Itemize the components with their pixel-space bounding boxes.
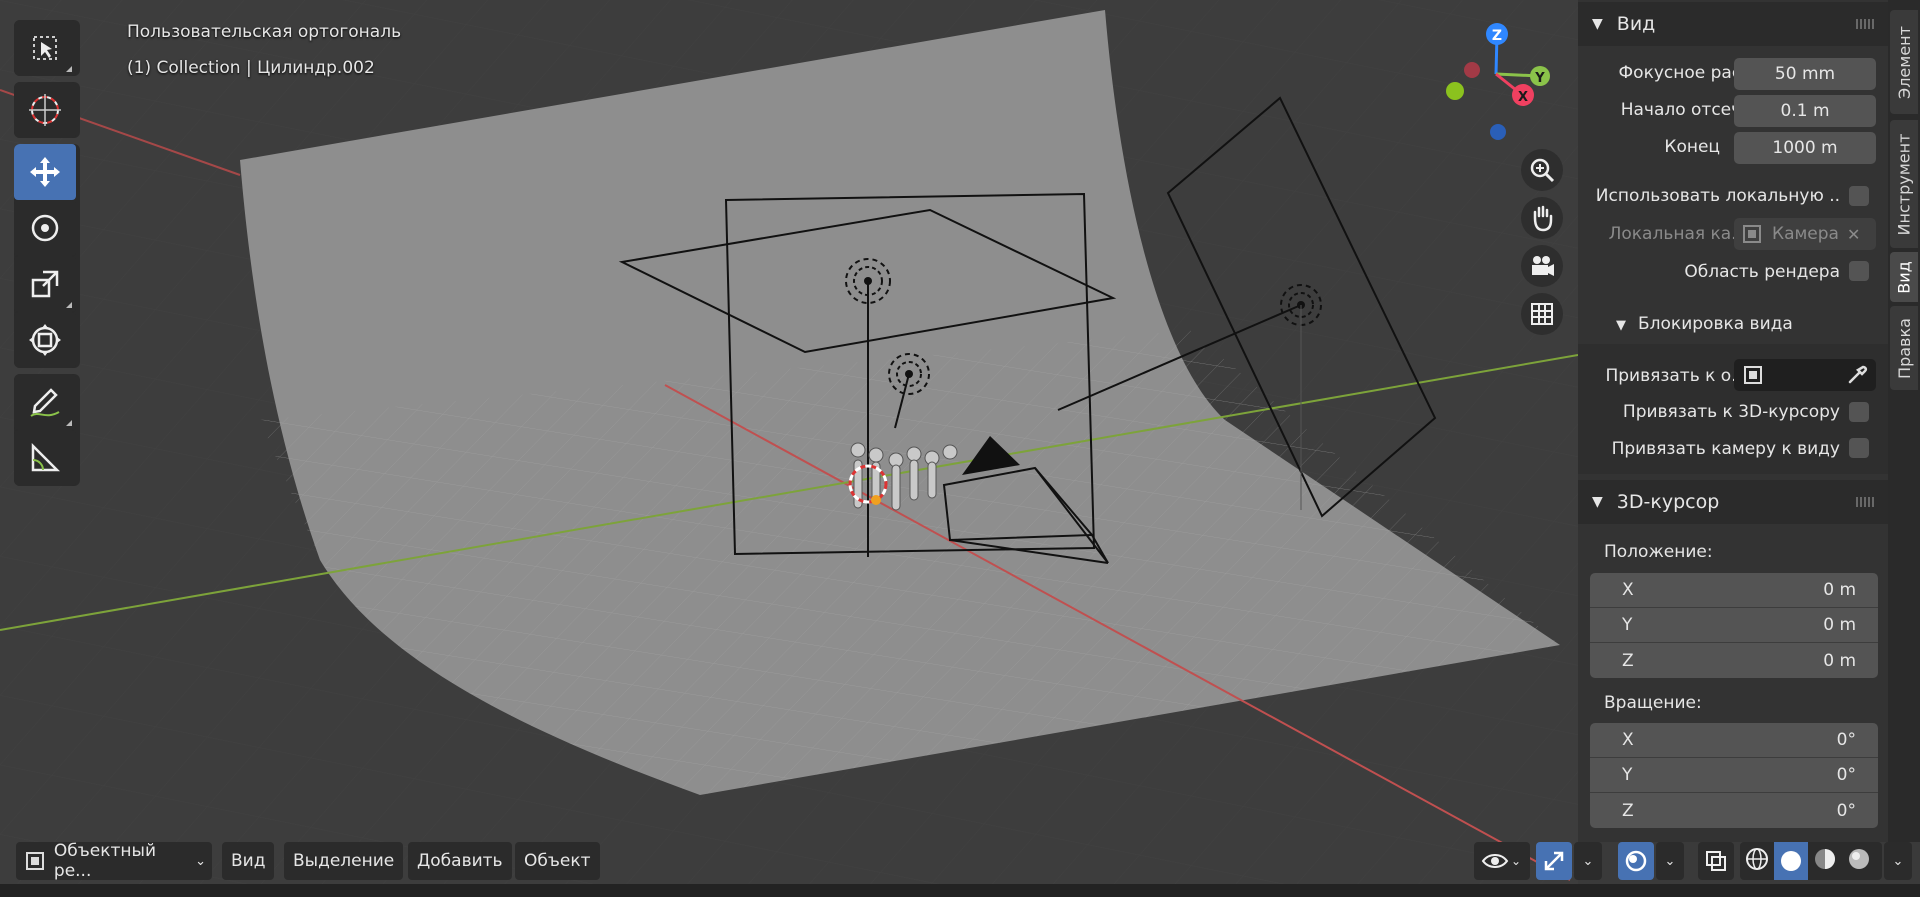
gizmo-y-label: Y: [1534, 71, 1545, 86]
camera-data-icon: [1743, 225, 1761, 243]
rotation-x-field[interactable]: X 0°: [1590, 723, 1878, 758]
lock-to-cursor-checkbox[interactable]: [1849, 402, 1869, 422]
left-toolbar: [14, 20, 80, 492]
overlays-dropdown-icon[interactable]: ⌄: [1656, 842, 1684, 880]
location-x-field[interactable]: X0 m: [1590, 573, 1878, 608]
solid-shading-icon[interactable]: [1774, 842, 1808, 880]
lock-camera-checkbox[interactable]: [1849, 438, 1869, 458]
use-local-camera-label: Использовать локальную ..: [1595, 186, 1840, 206]
gizmo-dropdown-icon[interactable]: ⌄: [1574, 842, 1602, 880]
zoom-icon[interactable]: [1521, 149, 1563, 191]
menu-object[interactable]: Объект: [515, 842, 600, 880]
cursor-section-title: 3D-курсор: [1616, 491, 1720, 513]
local-camera-value: Камера: [1772, 224, 1839, 244]
menu-add[interactable]: Добавить: [408, 842, 512, 880]
clip-end-field[interactable]: 1000 m: [1734, 132, 1876, 164]
rotation-y-field[interactable]: Y 0°: [1590, 758, 1878, 793]
focal-length-field[interactable]: 50 mm: [1734, 58, 1876, 90]
drag-grip-icon[interactable]: [1856, 19, 1874, 29]
scale-icon[interactable]: [14, 256, 76, 312]
gizmo-toggle-icon[interactable]: [1536, 842, 1572, 880]
render-region-label: Область рендера: [1684, 262, 1840, 282]
move-icon[interactable]: [14, 144, 76, 200]
cursor-location-vector: X0 m Y0 m Z0 m: [1590, 573, 1878, 678]
view-section-title: Вид: [1616, 13, 1656, 35]
viewport-header: Объектный ре... ⌄ Вид Выделение Добавить…: [0, 841, 1920, 882]
xray-icon[interactable]: [1698, 842, 1734, 880]
visibility-icon[interactable]: ⌄: [1474, 842, 1530, 880]
rotate-icon[interactable]: [14, 200, 76, 256]
scene-canvas[interactable]: Z Y X: [0, 0, 1578, 897]
cursor-rotation-vector: X 0° Y 0° Z 0°: [1590, 723, 1878, 828]
render-region-checkbox[interactable]: [1849, 261, 1869, 281]
collapse-arrow-icon: ▼: [1592, 16, 1603, 32]
gizmo-x-label: X: [1518, 90, 1528, 105]
status-strip: [0, 884, 1920, 897]
collapse-arrow-icon: ▼: [1616, 318, 1626, 333]
select-box-icon[interactable]: [14, 20, 76, 76]
view-name: Пользовательская ортогональ: [127, 22, 402, 42]
rotation-z-field[interactable]: Z 0°: [1590, 793, 1878, 828]
cursor-icon[interactable]: [14, 82, 76, 138]
3d-viewport[interactable]: Z Y X Пользовательская ортогональ (1) Co…: [0, 0, 1578, 897]
tab-tool[interactable]: Инструмент: [1890, 120, 1918, 248]
overlays-icon[interactable]: [1618, 842, 1654, 880]
rendered-shading-icon[interactable]: [1842, 847, 1876, 876]
clear-x-icon[interactable]: ✕: [1847, 225, 1860, 244]
location-label: Положение:: [1604, 542, 1713, 562]
local-camera-label: Локальная ка..: [1608, 224, 1742, 244]
view-lock-header[interactable]: ▼ Блокировка вида: [1616, 314, 1793, 334]
camera-view-icon[interactable]: [1521, 245, 1563, 287]
eyedropper-icon[interactable]: [1846, 364, 1868, 386]
focal-length-label: Фокусное рас..: [1618, 63, 1752, 83]
cursor-section-header[interactable]: ▼ 3D-курсор: [1578, 480, 1888, 524]
local-camera-field[interactable]: Камера ✕: [1734, 218, 1876, 250]
grid-view-icon[interactable]: [1521, 293, 1563, 335]
gizmo-z-label: Z: [1492, 28, 1502, 44]
location-y-field[interactable]: Y0 m: [1590, 608, 1878, 643]
object-icon: [1744, 366, 1762, 384]
chevron-down-icon: ⌄: [195, 853, 206, 869]
clip-start-field[interactable]: 0.1 m: [1734, 95, 1876, 127]
shading-dropdown-icon[interactable]: ⌄: [1884, 842, 1912, 880]
location-z-field[interactable]: Z0 m: [1590, 643, 1878, 678]
clip-start-label: Начало отсеч..: [1620, 100, 1752, 120]
view-lock-title: Блокировка вида: [1638, 314, 1793, 334]
use-local-camera-checkbox[interactable]: [1849, 186, 1869, 206]
rotation-label: Вращение:: [1604, 693, 1702, 713]
shading-modes: [1740, 842, 1882, 880]
material-shading-icon[interactable]: [1808, 847, 1842, 876]
pan-hand-icon[interactable]: [1521, 197, 1563, 239]
sidebar-tabs: Элемент Инструмент Вид Правка: [1888, 0, 1920, 842]
lock-camera-label: Привязать камеру к виду: [1611, 439, 1840, 459]
lock-to-cursor-label: Привязать к 3D-курсору: [1622, 402, 1840, 422]
menu-view[interactable]: Вид: [222, 842, 275, 880]
menu-select[interactable]: Выделение: [284, 842, 404, 880]
lock-to-object-field[interactable]: [1734, 359, 1876, 391]
wireframe-shading-icon[interactable]: [1740, 847, 1774, 876]
transform-icon[interactable]: [14, 312, 76, 368]
measure-icon[interactable]: [14, 430, 76, 486]
clip-end-label: Конец: [1664, 137, 1720, 157]
lock-to-object-label: Привязать к о..: [1605, 366, 1742, 386]
mode-label: Объектный ре...: [53, 841, 156, 881]
tab-item[interactable]: Элемент: [1890, 10, 1918, 114]
tab-edit[interactable]: Правка: [1890, 306, 1918, 390]
tab-view[interactable]: Вид: [1890, 252, 1918, 302]
view-section-header[interactable]: ▼ Вид: [1578, 2, 1888, 46]
annotate-icon[interactable]: [14, 374, 76, 430]
collection-info: (1) Collection | Цилиндр.002: [127, 58, 375, 78]
object-mode-icon: [26, 852, 44, 870]
collapse-arrow-icon: ▼: [1592, 494, 1603, 510]
mode-select[interactable]: Объектный ре... ⌄: [16, 841, 212, 881]
drag-grip-icon[interactable]: [1856, 497, 1874, 507]
